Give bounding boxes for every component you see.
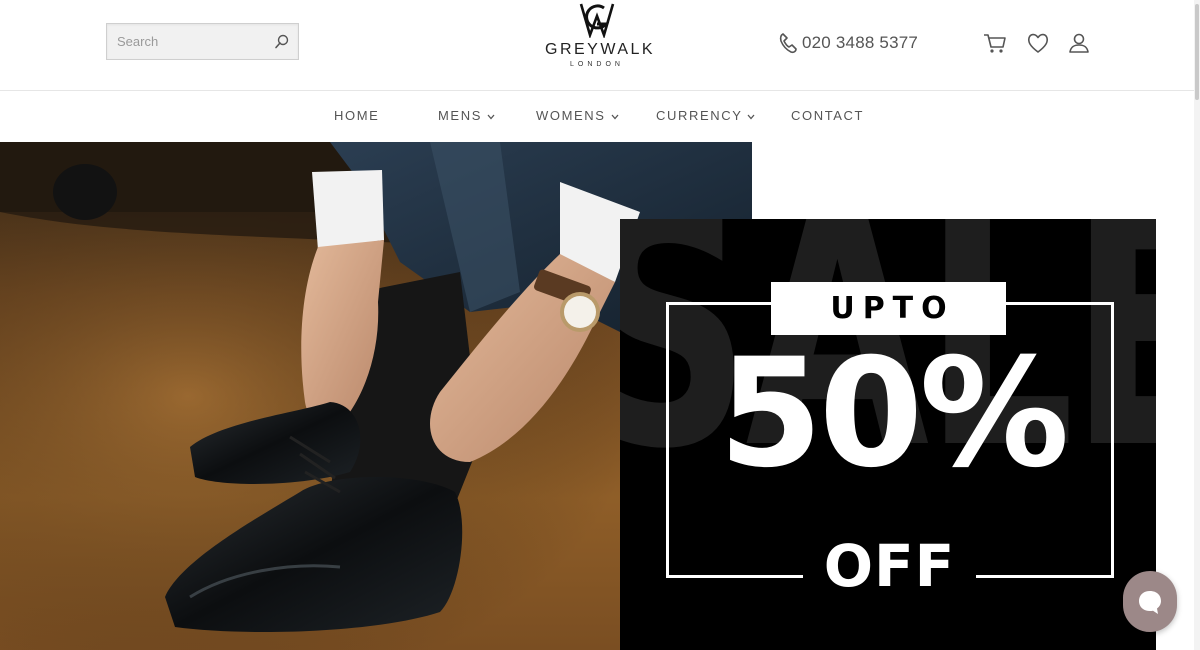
scrollbar-thumb[interactable] xyxy=(1195,4,1199,100)
frame-line xyxy=(1004,302,1114,305)
user-icon[interactable] xyxy=(1067,31,1091,55)
discount-percent: 50% xyxy=(718,327,1069,501)
frame-line xyxy=(666,302,771,305)
search-box xyxy=(106,23,299,60)
chevron-down-icon xyxy=(487,114,495,119)
phone-number: 020 3488 5377 xyxy=(802,33,919,52)
search-icon[interactable] xyxy=(273,33,291,51)
nav-item-label: CURRENCY xyxy=(656,108,743,123)
nav-item-label: MENS xyxy=(438,108,482,123)
phone-contact[interactable]: 020 3488 5377 xyxy=(778,30,918,56)
chevron-down-icon xyxy=(611,114,619,119)
frame-line xyxy=(666,302,669,578)
brand-name: GREYWALK xyxy=(545,41,656,58)
site-header: GREYWALK LONDON 020 3488 5377 xyxy=(0,0,1200,91)
chat-bubble-icon xyxy=(1139,590,1161,614)
frame-line xyxy=(976,575,1114,578)
nav-item-mens[interactable]: MENS xyxy=(438,108,495,123)
monogram-logo-icon xyxy=(579,3,615,38)
heart-icon[interactable] xyxy=(1026,31,1050,55)
cart-icon[interactable] xyxy=(983,31,1007,55)
nav-item-currency[interactable]: CURRENCY xyxy=(656,108,755,123)
nav-item-womens[interactable]: WOMENS xyxy=(536,108,619,123)
upto-text: UPTO xyxy=(830,291,955,326)
chevron-down-icon xyxy=(747,114,755,119)
nav-item-label: WOMENS xyxy=(536,108,606,123)
off-text: OFF xyxy=(823,532,956,600)
frame-line xyxy=(1111,302,1114,578)
phone-icon xyxy=(779,33,797,54)
search-input[interactable] xyxy=(107,24,267,59)
nav-item-label: HOME xyxy=(334,108,380,123)
brand-subtitle: LONDON xyxy=(570,61,624,68)
nav-item-home[interactable]: HOME xyxy=(334,108,379,123)
brand-logo[interactable]: GREYWALK LONDON xyxy=(545,2,656,82)
nav-item-label: CONTACT xyxy=(791,108,865,123)
nav-item-contact[interactable]: CONTACT xyxy=(791,108,864,123)
frame-line xyxy=(666,575,803,578)
chat-button[interactable] xyxy=(1123,571,1177,632)
main-nav: HOME MENS WOMENS CURRENCY CONTACT xyxy=(0,91,1200,142)
sale-banner[interactable]: SALE UPTO 50% OFF xyxy=(620,219,1156,650)
